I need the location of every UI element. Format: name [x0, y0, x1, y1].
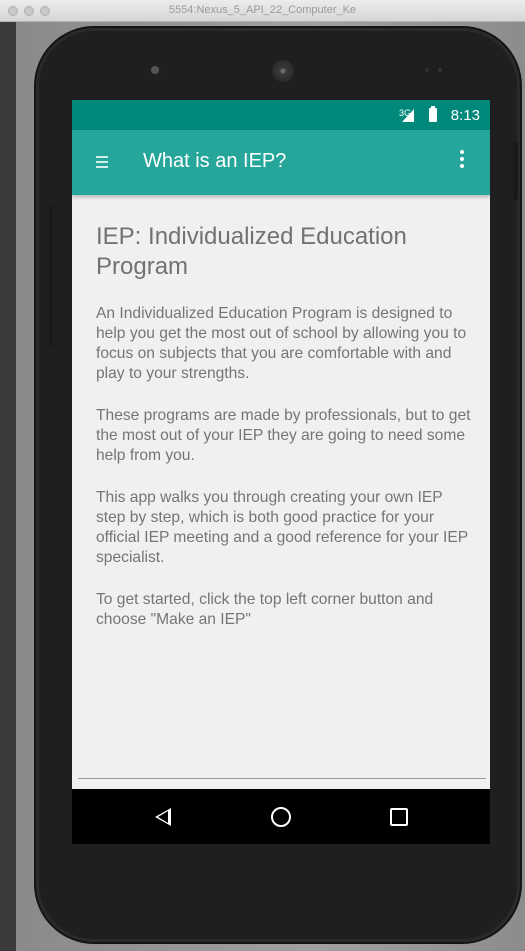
recents-square-icon[interactable]	[390, 808, 408, 826]
phone-screen: 3G 8:13 What is an IEP? IEP: Individuali…	[72, 100, 490, 844]
hamburger-menu-icon[interactable]	[96, 156, 108, 170]
system-nav-bar	[72, 789, 490, 844]
emulator-side-strip	[0, 22, 16, 951]
status-bar: 3G 8:13	[72, 100, 490, 130]
home-circle-icon[interactable]	[271, 807, 291, 827]
paragraph-app-purpose: This app walks you through creating your…	[96, 489, 468, 566]
proximity-sensor	[425, 68, 429, 72]
main-content: IEP: Individualized Education Program An…	[96, 222, 476, 652]
back-triangle-icon[interactable]	[155, 808, 171, 826]
paragraph-get-started: To get started, click the top left corne…	[96, 591, 434, 628]
page-heading: IEP: Individualized Education Program	[96, 223, 407, 280]
signal-icon	[402, 109, 414, 122]
content-divider	[78, 778, 486, 779]
front-camera	[151, 66, 159, 74]
emulator-title-bar: 5554:Nexus_5_API_22_Computer_Ke	[0, 0, 525, 22]
app-bar-title: What is an IEP?	[143, 150, 287, 172]
paragraph-professionals: These programs are made by professionals…	[96, 407, 471, 464]
emulator-window-title: 5554:Nexus_5_API_22_Computer_Ke	[168, 4, 357, 16]
power-button[interactable]	[513, 142, 518, 200]
status-time: 8:13	[450, 107, 480, 124]
light-sensor	[438, 68, 442, 72]
paragraph-intro: An Individualized Education Program is d…	[96, 305, 467, 382]
more-vert-icon[interactable]	[456, 150, 468, 174]
earpiece-speaker	[272, 60, 294, 82]
volume-button[interactable]	[49, 205, 53, 347]
app-bar: What is an IEP?	[72, 130, 490, 195]
battery-icon	[429, 106, 437, 122]
